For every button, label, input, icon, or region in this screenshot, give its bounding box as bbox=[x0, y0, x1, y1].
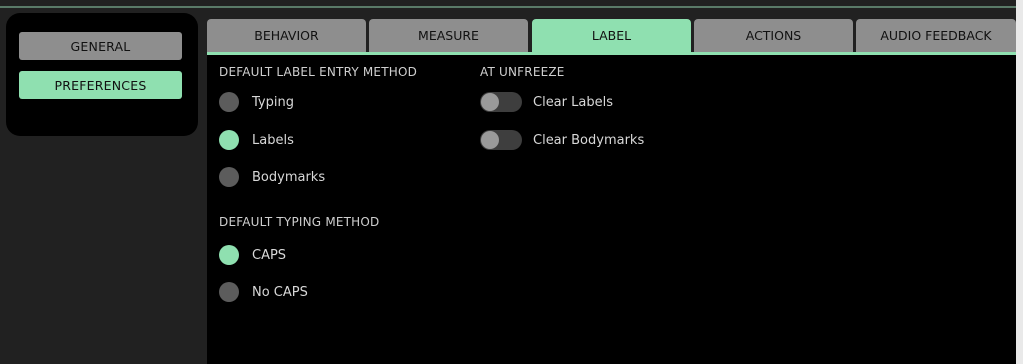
toggle-knob bbox=[481, 131, 499, 149]
nav-preferences-button[interactable]: PREFERENCES bbox=[19, 71, 182, 99]
radio-typing[interactable]: Typing bbox=[219, 92, 294, 112]
toggle-switch-icon[interactable] bbox=[480, 92, 522, 112]
radio-button-icon bbox=[219, 167, 239, 187]
toggle-knob bbox=[481, 93, 499, 111]
toggle-clear-bodymarks-label: Clear Bodymarks bbox=[533, 132, 645, 148]
label-settings-panel: DEFAULT LABEL ENTRY METHOD Typing Labels… bbox=[207, 55, 1016, 364]
window-edge bbox=[1016, 0, 1023, 364]
tab-actions[interactable]: ACTIONS bbox=[694, 19, 853, 52]
radio-button-icon bbox=[219, 130, 239, 150]
toggle-clear-labels[interactable]: Clear Labels bbox=[480, 92, 613, 112]
unfreeze-heading: AT UNFREEZE bbox=[480, 65, 565, 79]
radio-no-caps-label: No CAPS bbox=[252, 284, 308, 300]
toggle-clear-bodymarks[interactable]: Clear Bodymarks bbox=[480, 130, 644, 150]
radio-bodymarks[interactable]: Bodymarks bbox=[219, 167, 325, 187]
nav-general-button[interactable]: GENERAL bbox=[19, 32, 182, 60]
radio-button-icon bbox=[219, 92, 239, 112]
radio-typing-label: Typing bbox=[252, 94, 294, 110]
label-entry-heading: DEFAULT LABEL ENTRY METHOD bbox=[219, 65, 418, 79]
typing-method-heading: DEFAULT TYPING METHOD bbox=[219, 215, 380, 229]
radio-labels[interactable]: Labels bbox=[219, 130, 294, 150]
radio-no-caps[interactable]: No CAPS bbox=[219, 282, 308, 302]
radio-labels-label: Labels bbox=[252, 132, 294, 148]
tab-bar: BEHAVIOR MEASURE LABEL ACTIONS AUDIO FEE… bbox=[207, 19, 1016, 52]
preferences-nav: GENERAL PREFERENCES bbox=[6, 13, 198, 136]
tab-label[interactable]: LABEL bbox=[532, 19, 691, 52]
toggle-clear-labels-label: Clear Labels bbox=[533, 94, 613, 110]
toggle-switch-icon[interactable] bbox=[480, 130, 522, 150]
radio-caps[interactable]: CAPS bbox=[219, 245, 286, 265]
top-divider bbox=[0, 6, 1023, 8]
tab-behavior[interactable]: BEHAVIOR bbox=[207, 19, 366, 52]
tab-audio-feedback[interactable]: AUDIO FEEDBACK bbox=[856, 19, 1016, 52]
tab-measure[interactable]: MEASURE bbox=[369, 19, 528, 52]
radio-caps-label: CAPS bbox=[252, 247, 287, 263]
radio-bodymarks-label: Bodymarks bbox=[252, 169, 326, 185]
radio-button-icon bbox=[219, 282, 239, 302]
radio-button-icon bbox=[219, 245, 239, 265]
